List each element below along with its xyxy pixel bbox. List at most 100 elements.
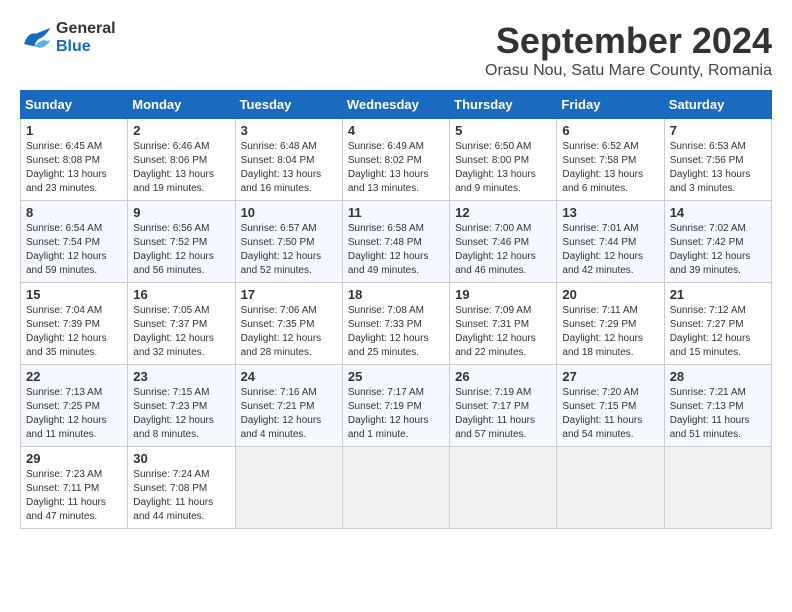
month-title: September 2024 (485, 20, 772, 62)
day-info: Sunrise: 7:01 AM Sunset: 7:44 PM Dayligh… (562, 222, 658, 278)
calendar-cell: 1 Sunrise: 6:45 AM Sunset: 8:08 PM Daylig… (21, 119, 128, 201)
day-number: 25 (348, 369, 444, 384)
calendar-cell: 3 Sunrise: 6:48 AM Sunset: 8:04 PM Daylig… (235, 119, 342, 201)
day-number: 20 (562, 287, 658, 302)
weekday-header-row: SundayMondayTuesdayWednesdayThursdayFrid… (21, 91, 772, 119)
day-info: Sunrise: 7:15 AM Sunset: 7:23 PM Dayligh… (133, 386, 229, 442)
day-info: Sunrise: 7:17 AM Sunset: 7:19 PM Dayligh… (348, 386, 444, 442)
calendar-table: SundayMondayTuesdayWednesdayThursdayFrid… (20, 90, 772, 529)
day-number: 16 (133, 287, 229, 302)
calendar-cell: 11Sunrise: 6:58 AM Sunset: 7:48 PM Dayli… (342, 201, 449, 283)
weekday-header-saturday: Saturday (664, 91, 771, 119)
calendar-cell: 26 Sunrise: 7:19 AM Sunset: 7:17 PM Dayli… (450, 365, 557, 447)
calendar-cell: 27 Sunrise: 7:20 AM Sunset: 7:15 PM Dayli… (557, 365, 664, 447)
calendar-cell: 14 Sunrise: 7:02 AM Sunset: 7:42 PM Dayli… (664, 201, 771, 283)
day-info: Sunrise: 7:24 AM Sunset: 7:08 PM Dayligh… (133, 468, 229, 524)
calendar-cell (235, 447, 342, 529)
day-info: Sunrise: 6:57 AM Sunset: 7:50 PM Dayligh… (241, 222, 337, 278)
calendar-cell (664, 447, 771, 529)
calendar-week-row: 1 Sunrise: 6:45 AM Sunset: 8:08 PM Daylig… (21, 119, 772, 201)
day-info: Sunrise: 6:52 AM Sunset: 7:58 PM Dayligh… (562, 140, 658, 196)
logo: General Blue (20, 20, 116, 56)
weekday-header-tuesday: Tuesday (235, 91, 342, 119)
weekday-header-wednesday: Wednesday (342, 91, 449, 119)
day-number: 9 (133, 205, 229, 220)
day-number: 23 (133, 369, 229, 384)
calendar-cell: 7 Sunrise: 6:53 AM Sunset: 7:56 PM Daylig… (664, 119, 771, 201)
day-number: 10 (241, 205, 337, 220)
day-info: Sunrise: 7:06 AM Sunset: 7:35 PM Dayligh… (241, 304, 337, 360)
calendar-cell: 17 Sunrise: 7:06 AM Sunset: 7:35 PM Dayli… (235, 283, 342, 365)
calendar-week-row: 22 Sunrise: 7:13 AM Sunset: 7:25 PM Dayli… (21, 365, 772, 447)
weekday-header-monday: Monday (128, 91, 235, 119)
day-number: 11 (348, 205, 444, 220)
day-info: Sunrise: 7:20 AM Sunset: 7:15 PM Dayligh… (562, 386, 658, 442)
day-number: 22 (26, 369, 122, 384)
calendar-cell: 15Sunrise: 7:04 AM Sunset: 7:39 PM Dayli… (21, 283, 128, 365)
calendar-cell: 8Sunrise: 6:54 AM Sunset: 7:54 PM Daylig… (21, 201, 128, 283)
day-number: 27 (562, 369, 658, 384)
day-number: 14 (670, 205, 766, 220)
calendar-cell (557, 447, 664, 529)
day-number: 1 (26, 123, 122, 138)
day-info: Sunrise: 7:02 AM Sunset: 7:42 PM Dayligh… (670, 222, 766, 278)
day-number: 17 (241, 287, 337, 302)
day-number: 26 (455, 369, 551, 384)
day-info: Sunrise: 7:11 AM Sunset: 7:29 PM Dayligh… (562, 304, 658, 360)
day-number: 28 (670, 369, 766, 384)
day-info: Sunrise: 6:48 AM Sunset: 8:04 PM Dayligh… (241, 140, 337, 196)
calendar-cell: 16Sunrise: 7:05 AM Sunset: 7:37 PM Dayli… (128, 283, 235, 365)
day-number: 21 (670, 287, 766, 302)
day-info: Sunrise: 6:45 AM Sunset: 8:08 PM Dayligh… (26, 140, 122, 196)
day-number: 7 (670, 123, 766, 138)
day-number: 29 (26, 451, 122, 466)
day-number: 3 (241, 123, 337, 138)
day-number: 19 (455, 287, 551, 302)
day-info: Sunrise: 7:16 AM Sunset: 7:21 PM Dayligh… (241, 386, 337, 442)
day-number: 4 (348, 123, 444, 138)
day-info: Sunrise: 7:21 AM Sunset: 7:13 PM Dayligh… (670, 386, 766, 442)
day-info: Sunrise: 7:09 AM Sunset: 7:31 PM Dayligh… (455, 304, 551, 360)
calendar-cell: 20 Sunrise: 7:11 AM Sunset: 7:29 PM Dayli… (557, 283, 664, 365)
calendar-cell: 9 Sunrise: 6:56 AM Sunset: 7:52 PM Daylig… (128, 201, 235, 283)
calendar-cell: 5Sunrise: 6:50 AM Sunset: 8:00 PM Daylig… (450, 119, 557, 201)
day-number: 5 (455, 123, 551, 138)
day-number: 12 (455, 205, 551, 220)
day-number: 30 (133, 451, 229, 466)
day-number: 8 (26, 205, 122, 220)
day-info: Sunrise: 7:12 AM Sunset: 7:27 PM Dayligh… (670, 304, 766, 360)
day-info: Sunrise: 7:08 AM Sunset: 7:33 PM Dayligh… (348, 304, 444, 360)
calendar-week-row: 8Sunrise: 6:54 AM Sunset: 7:54 PM Daylig… (21, 201, 772, 283)
day-number: 24 (241, 369, 337, 384)
page-header: General Blue September 2024 Orasu Nou, S… (20, 20, 772, 80)
day-info: Sunrise: 7:00 AM Sunset: 7:46 PM Dayligh… (455, 222, 551, 278)
calendar-cell: 30 Sunrise: 7:24 AM Sunset: 7:08 PM Dayli… (128, 447, 235, 529)
logo-text: General Blue (56, 20, 116, 56)
calendar-cell: 22 Sunrise: 7:13 AM Sunset: 7:25 PM Dayli… (21, 365, 128, 447)
calendar-cell: 6 Sunrise: 6:52 AM Sunset: 7:58 PM Daylig… (557, 119, 664, 201)
day-info: Sunrise: 7:19 AM Sunset: 7:17 PM Dayligh… (455, 386, 551, 442)
calendar-cell: 21 Sunrise: 7:12 AM Sunset: 7:27 PM Dayli… (664, 283, 771, 365)
day-info: Sunrise: 7:04 AM Sunset: 7:39 PM Dayligh… (26, 304, 122, 360)
calendar-week-row: 29Sunrise: 7:23 AM Sunset: 7:11 PM Dayli… (21, 447, 772, 529)
day-number: 6 (562, 123, 658, 138)
day-number: 2 (133, 123, 229, 138)
calendar-cell: 18Sunrise: 7:08 AM Sunset: 7:33 PM Dayli… (342, 283, 449, 365)
calendar-cell: 12 Sunrise: 7:00 AM Sunset: 7:46 PM Dayli… (450, 201, 557, 283)
weekday-header-sunday: Sunday (21, 91, 128, 119)
calendar-cell: 4 Sunrise: 6:49 AM Sunset: 8:02 PM Daylig… (342, 119, 449, 201)
calendar-cell: 23 Sunrise: 7:15 AM Sunset: 7:23 PM Dayli… (128, 365, 235, 447)
calendar-week-row: 15Sunrise: 7:04 AM Sunset: 7:39 PM Dayli… (21, 283, 772, 365)
calendar-cell: 25 Sunrise: 7:17 AM Sunset: 7:19 PM Dayli… (342, 365, 449, 447)
day-info: Sunrise: 6:53 AM Sunset: 7:56 PM Dayligh… (670, 140, 766, 196)
calendar-cell (450, 447, 557, 529)
calendar-cell (342, 447, 449, 529)
day-info: Sunrise: 6:46 AM Sunset: 8:06 PM Dayligh… (133, 140, 229, 196)
day-info: Sunrise: 6:56 AM Sunset: 7:52 PM Dayligh… (133, 222, 229, 278)
calendar-cell: 13 Sunrise: 7:01 AM Sunset: 7:44 PM Dayli… (557, 201, 664, 283)
day-info: Sunrise: 7:13 AM Sunset: 7:25 PM Dayligh… (26, 386, 122, 442)
day-info: Sunrise: 6:49 AM Sunset: 8:02 PM Dayligh… (348, 140, 444, 196)
calendar-cell: 24 Sunrise: 7:16 AM Sunset: 7:21 PM Dayli… (235, 365, 342, 447)
day-number: 13 (562, 205, 658, 220)
calendar-cell: 29Sunrise: 7:23 AM Sunset: 7:11 PM Dayli… (21, 447, 128, 529)
